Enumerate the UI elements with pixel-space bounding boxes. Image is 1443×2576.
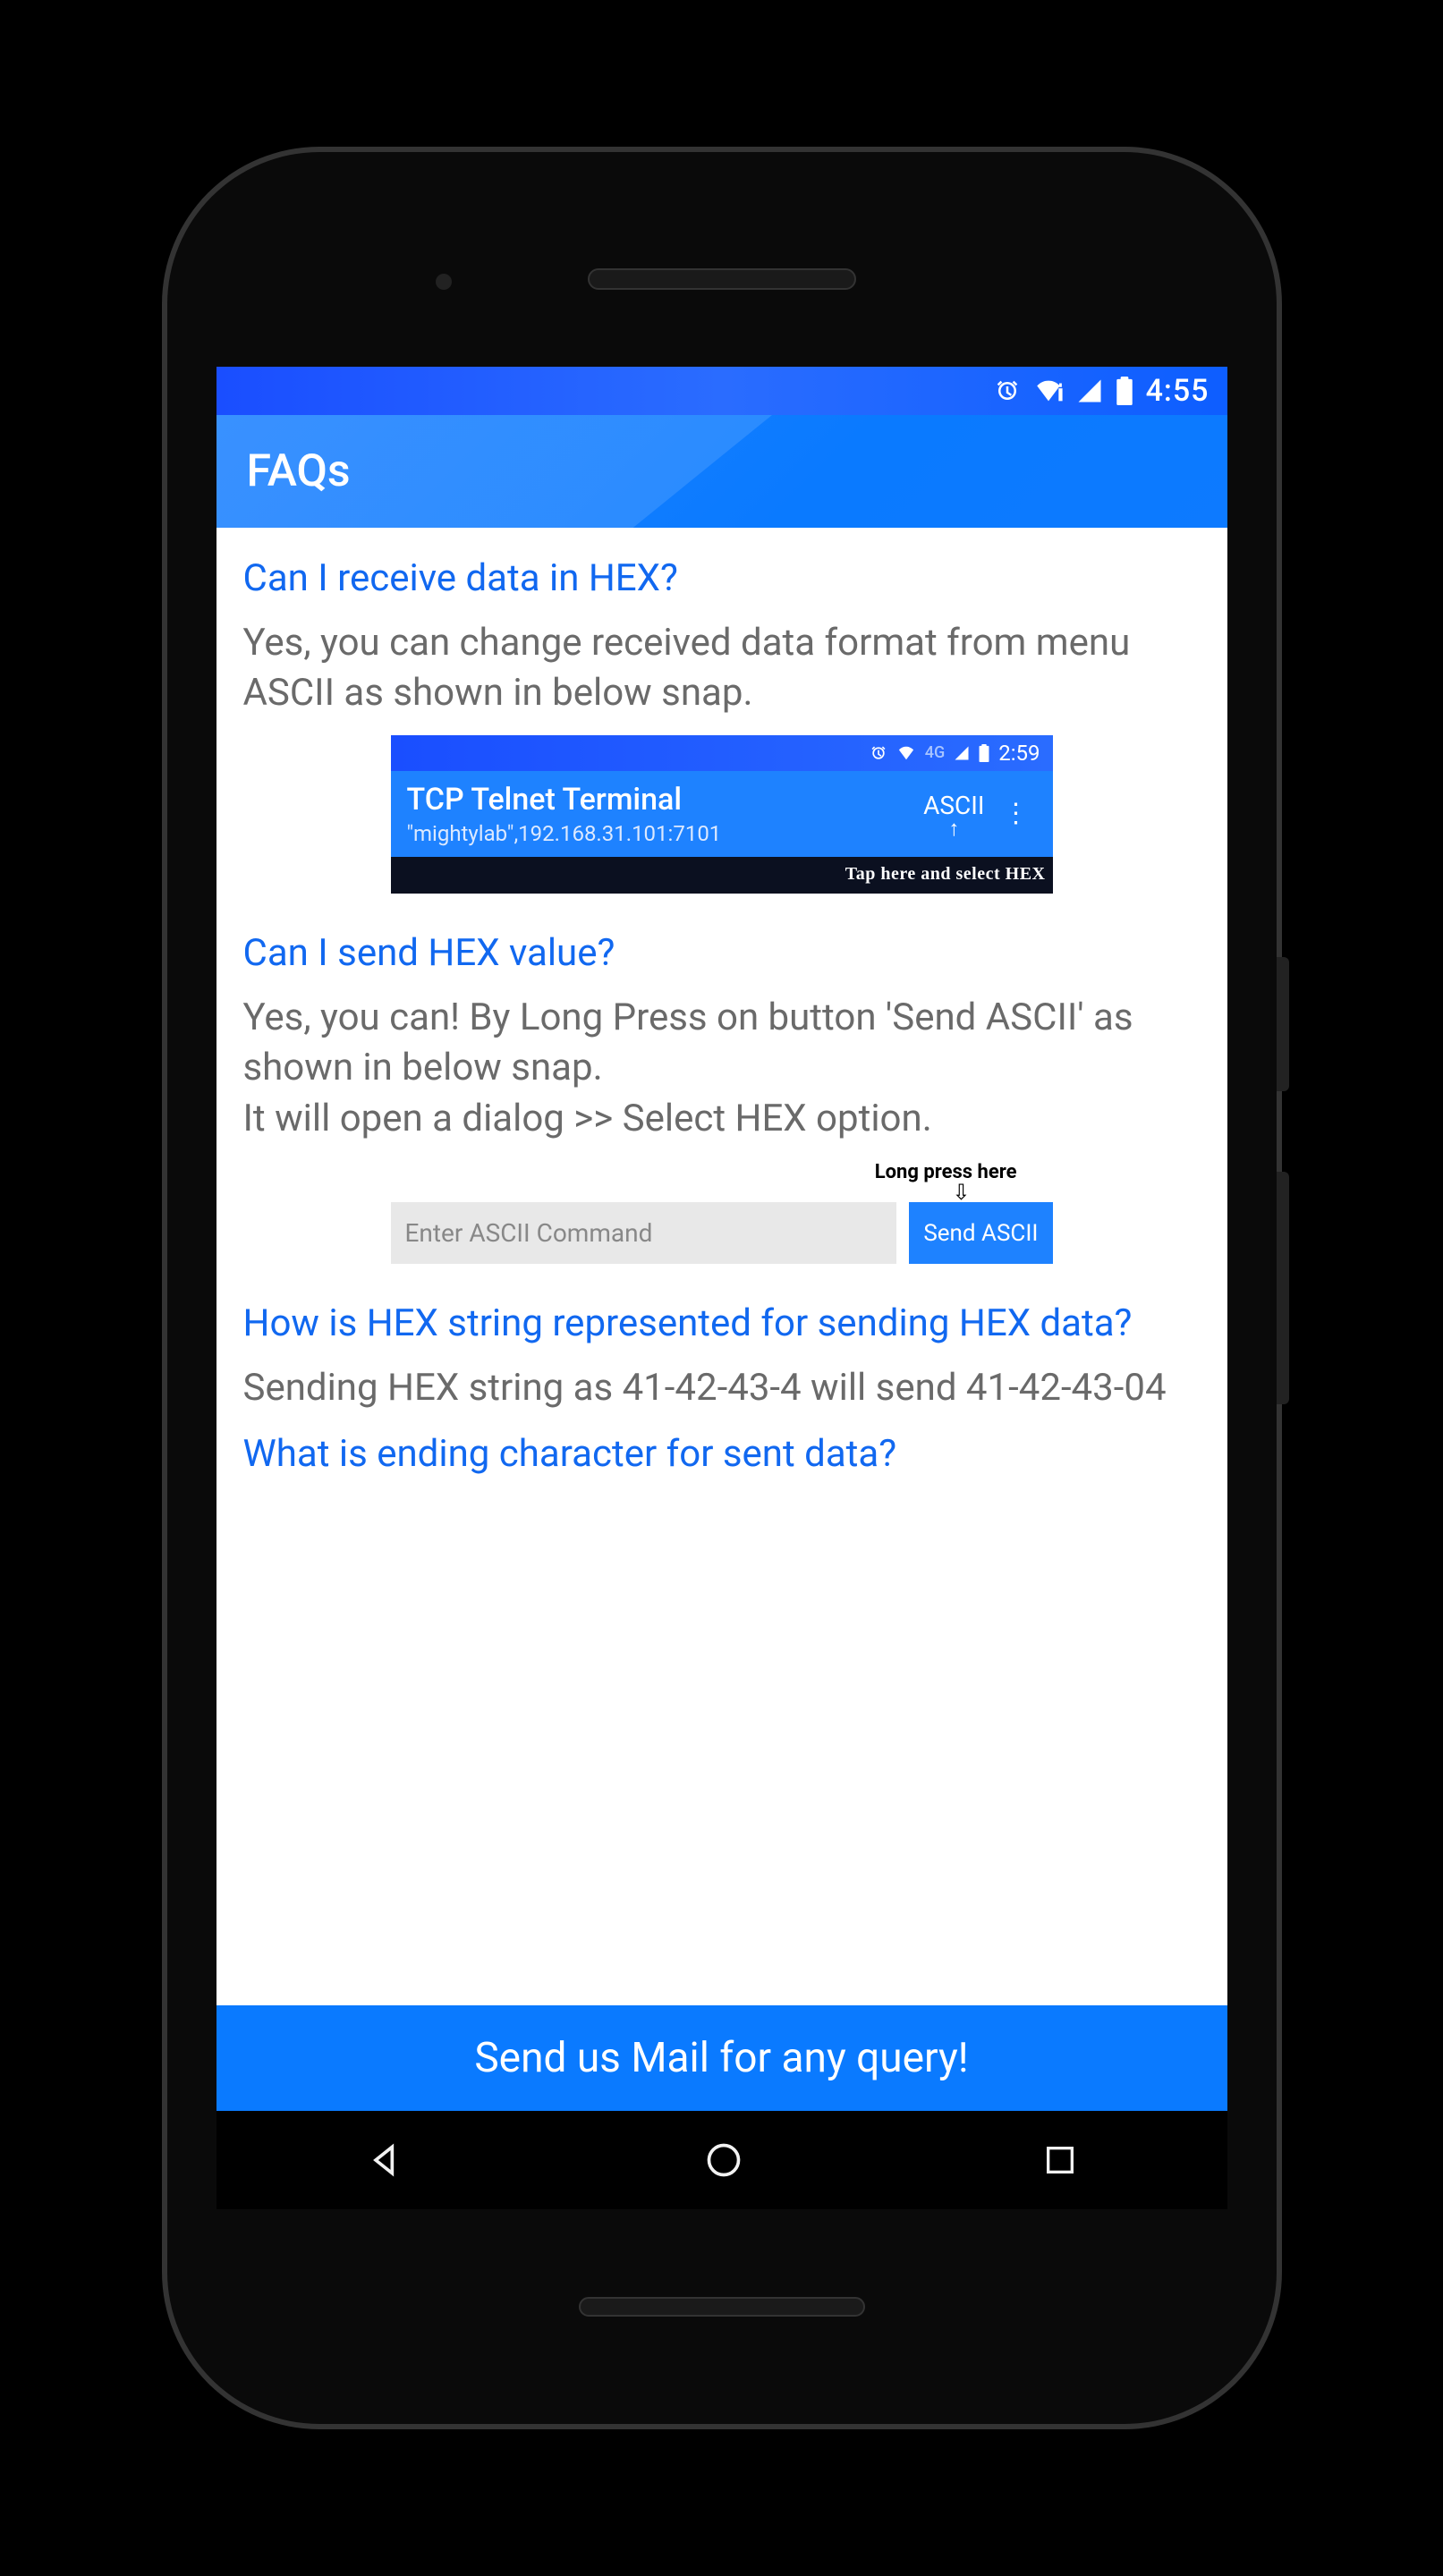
power-button[interactable]	[1277, 957, 1289, 1091]
down-arrow-icon: ⇩	[391, 1183, 1053, 1203]
snap1-ascii-menu[interactable]: ASCII ↑	[923, 791, 989, 837]
battery-icon	[979, 744, 989, 762]
alarm-icon	[994, 377, 1021, 404]
faq-answer-2: Yes, you can! By Long Press on button 'S…	[243, 993, 1201, 1145]
send-mail-button[interactable]: Send us Mail for any query!	[216, 2005, 1227, 2111]
navigation-bar	[216, 2111, 1227, 2209]
front-camera	[436, 274, 452, 290]
faq-question-4: What is ending character for sent data?	[243, 1430, 1201, 1479]
snap1-app-bar: TCP Telnet Terminal "mightylab",192.168.…	[391, 771, 1053, 857]
overflow-menu-icon[interactable]: ⋮	[990, 809, 1037, 819]
screenshot-2: Long press here ⇩ Enter ASCII Command Se…	[243, 1161, 1201, 1265]
phone-frame: 4:55 FAQs Can I receive data in HEX? Yes…	[167, 152, 1277, 2424]
alarm-icon	[870, 744, 887, 762]
page-title: FAQs	[247, 445, 351, 497]
volume-button[interactable]	[1277, 1172, 1289, 1404]
bottom-speaker	[579, 2297, 865, 2317]
faq-question-1: Can I receive data in HEX?	[243, 555, 1201, 604]
snap1-time: 2:59	[998, 741, 1040, 766]
screenshot-1: 4G 2:59 TCP Telnet Terminal "mightylab",…	[243, 735, 1201, 894]
network-label: 4G	[925, 743, 946, 762]
snap1-title: TCP Telnet Terminal	[407, 782, 924, 818]
cellular-icon	[954, 745, 970, 761]
app-bar: FAQs	[216, 415, 1227, 528]
faq-content[interactable]: Can I receive data in HEX? Yes, you can …	[216, 528, 1227, 2005]
snap1-hint: Tap here and select HEX	[391, 857, 1053, 894]
earpiece	[588, 268, 856, 290]
snap2-hint: Long press here	[875, 1161, 1017, 1183]
wifi-icon	[1033, 377, 1064, 404]
ascii-command-input[interactable]: Enter ASCII Command	[391, 1202, 897, 1264]
battery-icon	[1116, 377, 1133, 405]
back-button[interactable]	[366, 2140, 405, 2180]
faq-answer-1: Yes, you can change received data format…	[243, 618, 1201, 719]
status-time: 4:55	[1146, 373, 1210, 409]
faq-answer-3: Sending HEX string as 41-42-43-4 will se…	[243, 1363, 1201, 1414]
screen: 4:55 FAQs Can I receive data in HEX? Yes…	[216, 367, 1227, 2209]
snap1-subtitle: "mightylab",192.168.31.101:7101	[407, 821, 924, 846]
up-arrow-icon: ↑	[948, 820, 959, 837]
cellular-icon	[1076, 377, 1103, 404]
faq-question-3: How is HEX string represented for sendin…	[243, 1300, 1201, 1349]
status-bar: 4:55	[216, 367, 1227, 415]
snap1-status-bar: 4G 2:59	[391, 735, 1053, 771]
home-button[interactable]	[704, 2140, 743, 2180]
recent-apps-button[interactable]	[1042, 2142, 1078, 2178]
wifi-icon	[896, 745, 916, 761]
send-ascii-button[interactable]: Send ASCII	[909, 1202, 1052, 1264]
faq-question-2: Can I send HEX value?	[243, 929, 1201, 979]
